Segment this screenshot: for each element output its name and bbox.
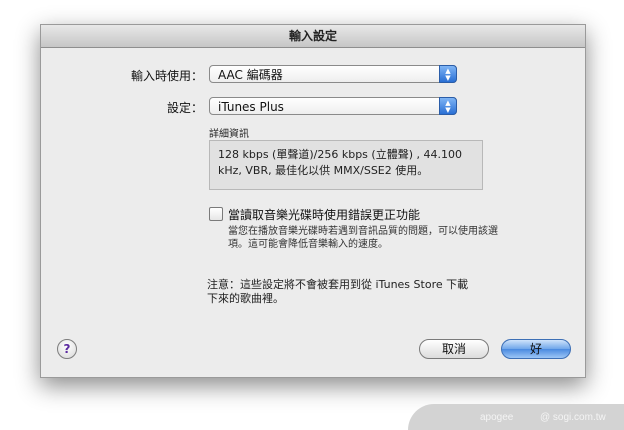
setting-value: iTunes Plus [218, 100, 284, 114]
dialog-title: 輸入設定 [41, 25, 585, 48]
import-using-value: AAC 編碼器 [218, 68, 283, 82]
popup-arrows-icon: ▲ ▼ [439, 97, 457, 115]
screenshot-stage: 輸入設定 輸入時使用： AAC 編碼器 ▲ ▼ 設定： iTunes Plus ▲… [0, 0, 624, 430]
cancel-button[interactable]: 取消 [419, 339, 489, 359]
import-using-popup[interactable]: AAC 編碼器 ▲ ▼ [209, 65, 457, 83]
note-text: 注意：這些設定將不會被套用到從 iTunes Store 下載下來的歌曲裡。 [207, 278, 469, 305]
error-correction-checkbox[interactable] [209, 207, 223, 221]
setting-popup[interactable]: iTunes Plus ▲ ▼ [209, 97, 457, 115]
details-box: 128 kbps (單聲道)/256 kbps (立體聲) , 44.100 k… [209, 140, 483, 190]
watermark-author: apogee [480, 412, 514, 423]
watermark-site: @ sogi.com.tw [540, 412, 606, 423]
help-button[interactable]: ? [57, 339, 77, 359]
ok-button[interactable]: 好 [501, 339, 571, 359]
setting-label: 設定： [166, 101, 203, 115]
error-correction-description: 當您在播放音樂光碟時若遇到音訊品質的問題，可以使用該選項。這可能會降低音樂輸入的… [228, 226, 498, 250]
import-settings-dialog: 輸入設定 輸入時使用： AAC 編碼器 ▲ ▼ 設定： iTunes Plus ▲… [40, 24, 586, 378]
popup-arrows-icon: ▲ ▼ [439, 65, 457, 83]
import-using-label: 輸入時使用： [130, 69, 203, 83]
help-question-icon: ? [63, 342, 71, 356]
details-label: 詳細資訊 [209, 129, 249, 140]
error-correction-label[interactable]: 當讀取音樂光碟時使用錯誤更正功能 [228, 206, 420, 223]
